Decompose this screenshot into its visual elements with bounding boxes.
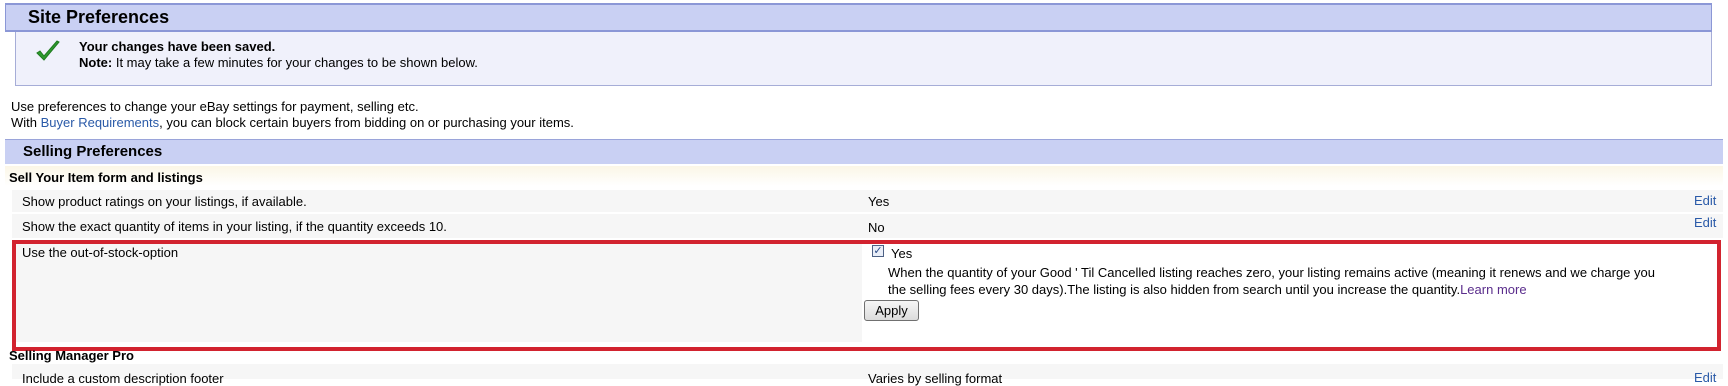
row-label-exact-quantity: Show the exact quantity of items in your… — [22, 219, 447, 234]
notice-title: Your changes have been saved. — [79, 39, 276, 54]
subsection-bar — [5, 166, 1723, 186]
section-title: Selling Preferences — [23, 143, 163, 160]
checkmark-icon — [36, 40, 60, 61]
page-header-bar — [5, 3, 1712, 32]
edit-link-custom-footer[interactable]: Edit — [1694, 370, 1716, 385]
row-value-exact-quantity: No — [868, 220, 885, 235]
subsection-title: Sell Your Item form and listings — [9, 170, 203, 185]
section-header-bar — [5, 139, 1723, 164]
row-label-product-ratings: Show product ratings on your listings, i… — [22, 194, 307, 209]
buyer-requirements-link[interactable]: Buyer Requirements — [41, 115, 160, 130]
notice-note-label: Note: — [79, 55, 113, 70]
edit-link-exact-quantity[interactable]: Edit — [1694, 215, 1716, 230]
subsection-title-selling-manager-pro: Selling Manager Pro — [9, 348, 134, 363]
intro-text: Use preferences to change your eBay sett… — [11, 99, 419, 114]
intro-suffix: , you can block certain buyers from bidd… — [159, 115, 574, 130]
row-value-product-ratings: Yes — [868, 194, 890, 209]
notice-note: Note: It may take a few minutes for your… — [79, 55, 478, 70]
notice-note-text: It may take a few minutes for your chang… — [112, 55, 478, 70]
intro-prefix: With — [11, 115, 41, 130]
edit-link-product-ratings[interactable]: Edit — [1694, 193, 1716, 208]
page-title: Site Preferences — [28, 7, 170, 27]
highlight-box — [12, 240, 1721, 351]
intro-buyer-requirements: With Buyer Requirements, you can block c… — [11, 115, 574, 130]
